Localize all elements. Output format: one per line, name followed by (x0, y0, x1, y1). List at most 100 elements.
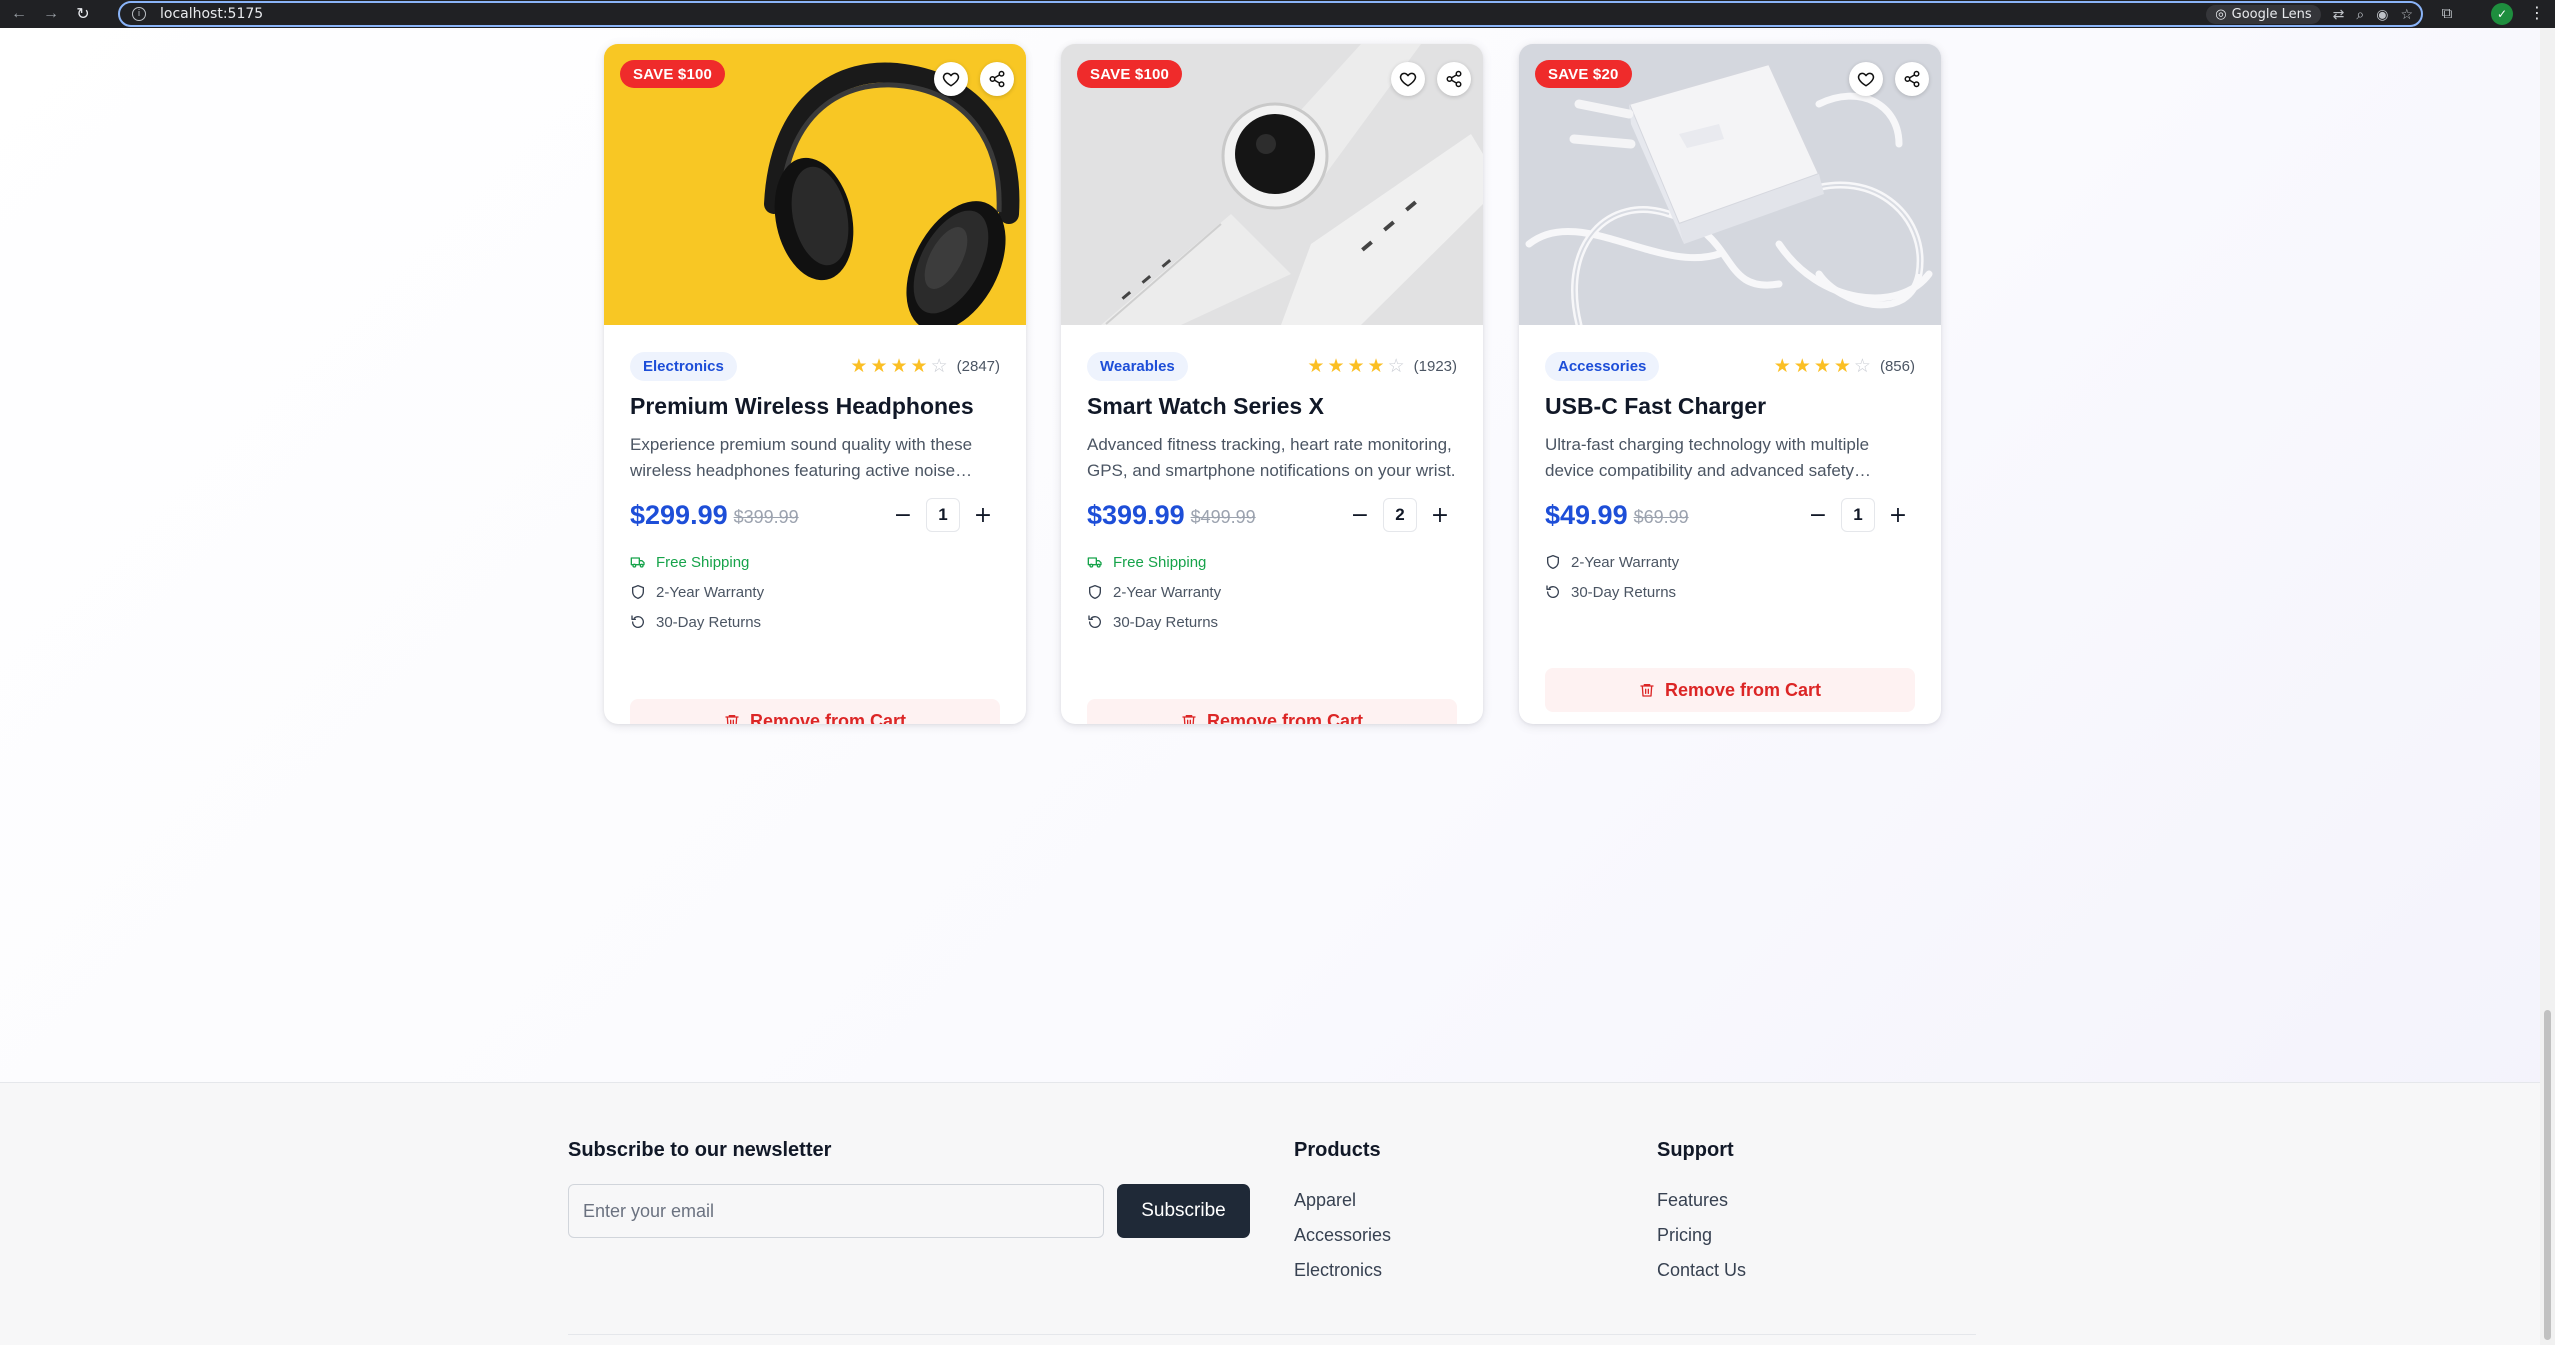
newsletter-email-input[interactable] (568, 1184, 1104, 1238)
remove-from-cart-button[interactable]: Remove from Cart (630, 699, 1000, 724)
quantity-stepper: − 1 + (1805, 498, 1911, 532)
address-bar[interactable]: i localhost:5175 ◎ Google Lens ⇄ ⌕ ◉ ☆ (118, 1, 2423, 27)
remove-from-cart-button[interactable]: Remove from Cart (1087, 699, 1457, 724)
product-title[interactable]: Premium Wireless Headphones (630, 393, 974, 420)
share-button[interactable] (980, 62, 1014, 96)
footer-support-title: Support (1657, 1139, 1734, 1161)
feature-label: 2-Year Warranty (1571, 553, 1680, 571)
footer-link-contact-us[interactable]: Contact Us (1657, 1253, 1746, 1288)
original-price: $499.99 (1190, 507, 1256, 527)
increase-quantity-button[interactable]: + (1885, 502, 1911, 528)
star-empty-icon: ☆ (1853, 354, 1871, 377)
save-badge: SAVE $100 (1077, 60, 1183, 88)
share-button[interactable] (1895, 62, 1929, 96)
site-footer: Subscribe to our newsletter Subscribe Pr… (0, 1082, 2540, 1345)
forward-icon[interactable]: → (38, 1, 64, 27)
scrollbar-thumb[interactable] (2544, 1010, 2551, 1340)
feature-list: Free Shipping 2-Year Warranty 30-Day Ret… (630, 547, 1000, 637)
original-price: $399.99 (733, 507, 799, 527)
back-icon[interactable]: ← (6, 1, 32, 27)
category-badge[interactable]: Electronics (630, 351, 737, 381)
share-button[interactable] (1437, 62, 1471, 96)
product-title[interactable]: Smart Watch Series X (1087, 393, 1324, 420)
feature-free-shipping: Free Shipping (630, 547, 1000, 577)
feature-warranty: 2-Year Warranty (1087, 577, 1457, 607)
review-count: (1923) (1413, 357, 1457, 375)
footer-link-accessories[interactable]: Accessories (1294, 1218, 1391, 1253)
star-icon: ★ (1833, 354, 1851, 377)
heart-icon (942, 72, 960, 87)
star-icon: ★ (890, 354, 908, 377)
share-icon (989, 70, 1005, 88)
star-empty-icon: ☆ (1387, 354, 1405, 377)
remove-label: Remove from Cart (1664, 679, 1822, 700)
feature-returns: 30-Day Returns (1545, 577, 1915, 607)
product-card: SAVE $100 Wearables ★ ★ ★ ★ ☆ (1923) Sma… (1061, 44, 1483, 724)
star-icon: ★ (1347, 354, 1365, 377)
star-rating: ★ ★ ★ ★ ☆ (2847) (850, 354, 1000, 377)
feature-warranty: 2-Year Warranty (1545, 547, 1915, 577)
truck-icon (630, 557, 645, 568)
remove-from-cart-button[interactable]: Remove from Cart (1545, 668, 1915, 712)
lens-icon: ◎ (2215, 7, 2227, 22)
wishlist-button[interactable] (1391, 62, 1425, 96)
increase-quantity-button[interactable]: + (1427, 502, 1453, 528)
quantity-value[interactable]: 1 (1841, 498, 1875, 532)
product-description: Ultra-fast charging technology with mult… (1545, 435, 1870, 480)
review-count: (856) (1879, 357, 1915, 375)
site-info-icon[interactable]: i (132, 7, 146, 21)
quantity-stepper: − 2 + (1347, 498, 1453, 532)
quantity-stepper: − 1 + (890, 498, 996, 532)
product-card: SAVE $100 Electronics ★ ★ ★ ★ ☆ (2847) P… (604, 44, 1026, 724)
newsletter-title: Subscribe to our newsletter (568, 1139, 832, 1161)
lens-label: Google Lens (2231, 7, 2312, 22)
current-price: $49.99 (1545, 499, 1628, 530)
footer-link-features[interactable]: Features (1657, 1183, 1746, 1218)
extensions-icon[interactable]: ⧉ (2437, 4, 2457, 24)
star-rating: ★ ★ ★ ★ ☆ (1923) (1307, 354, 1457, 377)
wishlist-button[interactable] (934, 62, 968, 96)
product-card: SAVE $20 Accessories ★ ★ ★ ★ ☆ (856) USB… (1519, 44, 1941, 724)
shield-icon (1547, 555, 1559, 569)
quantity-value[interactable]: 1 (926, 498, 960, 532)
truck-icon (1087, 557, 1102, 568)
star-icon: ★ (870, 354, 888, 377)
category-badge[interactable]: Wearables (1087, 351, 1188, 381)
feature-label: 2-Year Warranty (656, 583, 765, 601)
original-price: $69.99 (1633, 507, 1689, 527)
current-price: $299.99 (630, 499, 728, 530)
profile-avatar[interactable]: ✓ (2491, 3, 2513, 25)
feature-label: 30-Day Returns (656, 613, 762, 631)
rotate-icon (631, 615, 644, 628)
category-badge[interactable]: Accessories (1545, 351, 1660, 381)
zoom-icon[interactable]: ⌕ (2356, 7, 2364, 23)
tracking-eye-icon[interactable]: ◉ (2376, 7, 2388, 23)
browser-menu-icon[interactable]: ⋮ (2527, 3, 2547, 25)
quantity-value[interactable]: 2 (1383, 498, 1417, 532)
product-description: Experience premium sound quality with th… (630, 435, 973, 480)
increase-quantity-button[interactable]: + (970, 502, 996, 528)
translate-icon[interactable]: ⇄ (2333, 7, 2345, 23)
bookmark-star-icon[interactable]: ☆ (2400, 7, 2413, 23)
decrease-quantity-button[interactable]: − (1347, 502, 1373, 528)
remove-label: Remove from Cart (1206, 710, 1364, 725)
reload-icon[interactable]: ↻ (70, 1, 96, 27)
shield-icon (632, 585, 644, 599)
star-icon: ★ (1307, 354, 1325, 377)
wishlist-button[interactable] (1849, 62, 1883, 96)
google-lens-button[interactable]: ◎ Google Lens (2206, 5, 2321, 24)
decrease-quantity-button[interactable]: − (890, 502, 916, 528)
footer-divider (568, 1334, 1976, 1335)
decrease-quantity-button[interactable]: − (1805, 502, 1831, 528)
page-scrollbar[interactable] (2540, 28, 2555, 1345)
address-url[interactable]: localhost:5175 (160, 6, 263, 22)
product-title[interactable]: USB-C Fast Charger (1545, 393, 1766, 420)
feature-returns: 30-Day Returns (630, 607, 1000, 637)
footer-link-electronics[interactable]: Electronics (1294, 1253, 1391, 1288)
feature-label: 2-Year Warranty (1113, 583, 1222, 601)
star-rating: ★ ★ ★ ★ ☆ (856) (1774, 354, 1915, 377)
star-icon: ★ (1327, 354, 1345, 377)
subscribe-button[interactable]: Subscribe (1117, 1184, 1250, 1238)
footer-link-pricing[interactable]: Pricing (1657, 1218, 1746, 1253)
footer-link-apparel[interactable]: Apparel (1294, 1183, 1391, 1218)
